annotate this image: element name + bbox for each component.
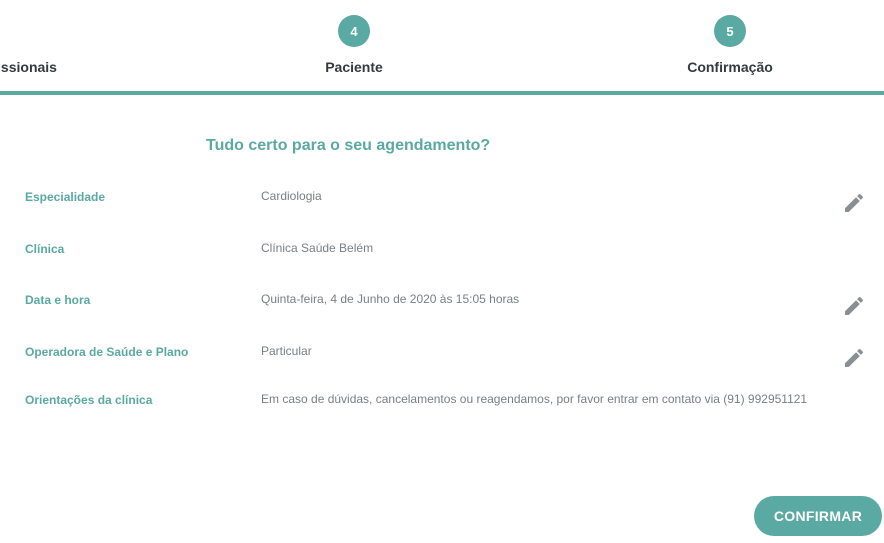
confirm-button[interactable]: CONFIRMAR [754,496,882,536]
edit-operadora-plano-pencil-icon[interactable] [842,346,866,370]
value-data-hora: Quinta-feira, 4 de Junho de 2020 às 15:0… [261,292,520,306]
value-orientacoes: Em caso de dúvidas, cancelamentos ou rea… [261,392,808,406]
value-clinica: Clínica Saúde Belém [261,241,374,255]
step-label-confirmacao[interactable]: Confirmação [687,59,773,75]
appointment-confirmation-page: issionais 4 Paciente 5 Confirmação Tudo … [0,0,884,543]
edit-especialidade-pencil-icon[interactable] [842,191,866,215]
label-orientacoes: Orientações da clínica [25,393,153,407]
step-label-paciente[interactable]: Paciente [325,59,383,75]
stepper-progress-rule [0,91,884,95]
summary-title: Tudo certo para o seu agendamento? [206,137,491,154]
step-number-5[interactable]: 5 [714,15,746,47]
value-operadora-plano: Particular [261,344,312,358]
label-especialidade: Especialidade [25,190,106,204]
label-operadora-plano: Operadora de Saúde e Plano [25,345,189,359]
label-clinica: Clínica [25,242,65,256]
step-number-4[interactable]: 4 [338,15,370,47]
label-data-hora: Data e hora [25,293,91,307]
step-label-profissionais[interactable]: issionais [0,59,57,75]
value-especialidade: Cardiologia [261,189,322,203]
stepper: issionais 4 Paciente 5 Confirmação [0,0,884,96]
edit-data-hora-pencil-icon[interactable] [842,294,866,318]
